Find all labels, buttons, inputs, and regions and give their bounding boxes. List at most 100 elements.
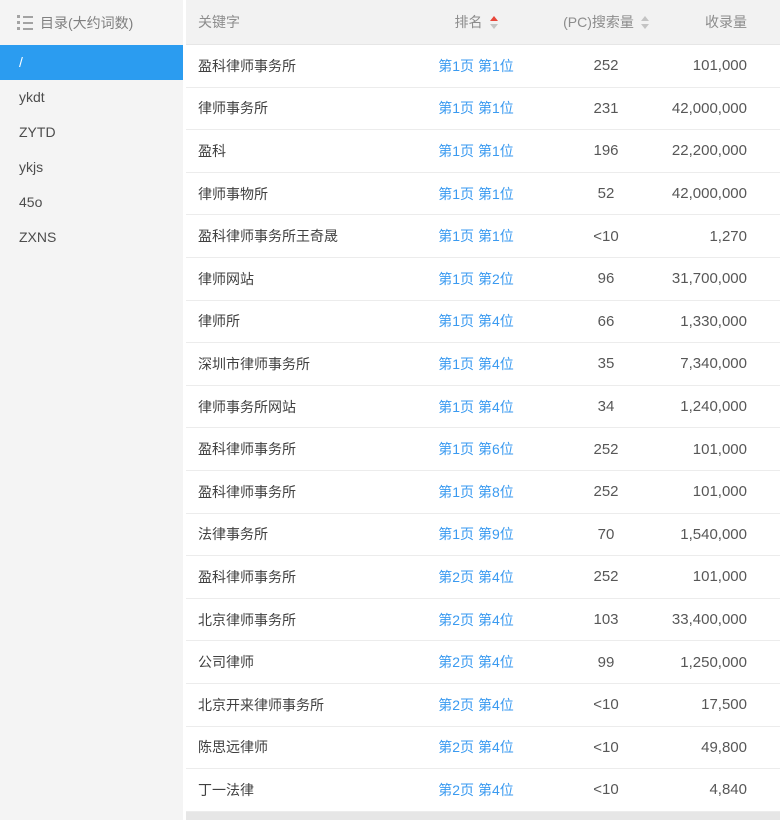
keyword-cell: 陈思远律师 (198, 739, 268, 756)
keyword-cell: 盈科律师事务所王奇晟 (198, 228, 338, 245)
keyword-cell: 法律事务所 (198, 526, 268, 543)
index-volume-cell: 4,840 (709, 781, 747, 799)
index-volume-cell: 22,200,000 (671, 142, 747, 160)
keyword-cell: 盈科律师事务所 (198, 441, 296, 458)
table-row: 盈科律师事务所 第2页 第4位 252 101,000 (186, 556, 780, 599)
index-volume-cell: 42,000,000 (671, 99, 747, 117)
keyword-cell: 北京律师事务所 (198, 611, 296, 628)
sort-up-arrow-icon (489, 15, 498, 21)
rank-cell: 第1页 第4位 (396, 311, 556, 331)
pc-search-volume-cell: 252 (593, 483, 619, 501)
sidebar-item-ykjs[interactable]: ykjs (0, 150, 183, 185)
table-row: 盈科律师事务所 第1页 第1位 252 101,000 (186, 45, 780, 88)
sort-down-arrow-icon (489, 23, 498, 29)
rank-link[interactable]: 第1页 第1位 (438, 58, 513, 74)
rank-cell: 第1页 第1位 (396, 184, 556, 204)
table-row: 公司律师 第2页 第4位 99 1,250,000 (186, 641, 780, 684)
keyword-cell: 盈科 (198, 142, 226, 159)
rank-link[interactable]: 第1页 第4位 (438, 313, 513, 329)
index-volume-cell: 1,330,000 (680, 312, 747, 330)
index-volume-cell: 1,240,000 (680, 398, 747, 416)
index-volume-cell: 101,000 (692, 440, 747, 458)
table-row: 北京开来律师事务所 第2页 第4位 <10 17,500 (186, 683, 780, 727)
rank-cell: 第2页 第4位 (396, 652, 556, 672)
keyword-cell: 盈科律师事务所 (198, 568, 296, 585)
pc-search-volume-cell: 103 (593, 611, 619, 629)
sidebar-item-list: / ykdt ZYTD ykjs 45o ZXNS (0, 45, 183, 255)
rank-cell: 第1页 第8位 (396, 482, 556, 502)
column-header-keyword: 关键字 (186, 12, 396, 32)
keyword-cell: 律师事务所 (198, 100, 268, 117)
sort-icon-pc-search-volume[interactable] (640, 15, 649, 29)
index-volume-cell: 1,270 (709, 227, 747, 245)
table-row: 盈科律师事务所 第1页 第6位 252 101,000 (186, 428, 780, 471)
table-row: 丁一法律 第2页 第4位 <10 4,840 (186, 769, 780, 812)
table-header-row: 关键字 排名 (PC)搜索量 收录量 (186, 0, 780, 45)
keyword-cell: 律师事务所网站 (198, 398, 296, 415)
sort-icon-rank[interactable] (489, 15, 498, 29)
rank-link[interactable]: 第2页 第4位 (438, 612, 513, 628)
rank-cell: 第1页 第1位 (396, 98, 556, 118)
table-row: 盈科律师事务所王奇晟 第1页 第1位 <10 1,270 (186, 215, 780, 258)
rank-link[interactable]: 第2页 第4位 (438, 697, 513, 713)
pc-search-volume-cell: 52 (597, 185, 615, 203)
rank-link[interactable]: 第1页 第6位 (438, 441, 513, 457)
pc-search-volume-cell: 231 (593, 99, 619, 117)
table-row: 深圳市律师事务所 第1页 第4位 35 7,340,000 (186, 343, 780, 386)
rank-cell: 第1页 第1位 (396, 56, 556, 76)
rank-link[interactable]: 第1页 第8位 (438, 484, 513, 500)
table-row: 律师事务所 第1页 第1位 231 42,000,000 (186, 87, 780, 131)
rank-link[interactable]: 第1页 第1位 (438, 186, 513, 202)
index-volume-cell: 101,000 (692, 568, 747, 586)
sidebar-item-root[interactable]: / (0, 45, 183, 80)
rank-cell: 第2页 第4位 (396, 780, 556, 800)
rank-cell: 第2页 第4位 (396, 695, 556, 715)
index-volume-cell: 101,000 (692, 483, 747, 501)
rank-link[interactable]: 第1页 第1位 (438, 100, 513, 116)
keyword-cell: 律师所 (198, 313, 240, 330)
column-header-pc-search-volume[interactable]: (PC)搜索量 (556, 12, 656, 32)
rank-cell: 第2页 第4位 (396, 567, 556, 587)
rank-link[interactable]: 第1页 第4位 (438, 399, 513, 415)
rank-link[interactable]: 第1页 第4位 (438, 356, 513, 372)
directory-sidebar: 目录(大约词数) / ykdt ZYTD ykjs 45o ZXNS (0, 0, 183, 820)
sort-up-arrow-icon (640, 15, 649, 21)
table-row: 北京律师事务所 第2页 第4位 103 33,400,000 (186, 598, 780, 642)
table-row: 律师事物所 第1页 第1位 52 42,000,000 (186, 172, 780, 216)
rank-link[interactable]: 第2页 第4位 (438, 782, 513, 798)
column-header-index-volume: 收录量 (656, 12, 780, 32)
pc-search-volume-cell: 66 (597, 312, 615, 330)
rank-link[interactable]: 第1页 第1位 (438, 143, 513, 159)
pc-search-volume-cell: 252 (593, 440, 619, 458)
rank-link[interactable]: 第1页 第2位 (438, 271, 513, 287)
keyword-cell: 盈科律师事务所 (198, 57, 296, 74)
keyword-cell: 律师事物所 (198, 185, 268, 202)
sidebar-item-ykdt[interactable]: ykdt (0, 80, 183, 115)
sidebar-item-ZXNS[interactable]: ZXNS (0, 220, 183, 255)
column-header-rank[interactable]: 排名 (396, 12, 556, 32)
sidebar-item-45o[interactable]: 45o (0, 185, 183, 220)
keyword-cell: 北京开来律师事务所 (198, 696, 324, 713)
rank-link[interactable]: 第1页 第9位 (438, 526, 513, 542)
rank-link[interactable]: 第2页 第4位 (438, 569, 513, 585)
rank-cell: 第1页 第4位 (396, 354, 556, 374)
rank-link[interactable]: 第2页 第4位 (438, 654, 513, 670)
rank-cell: 第1页 第4位 (396, 397, 556, 417)
rank-cell: 第1页 第9位 (396, 524, 556, 544)
table-row: 法律事务所 第1页 第9位 70 1,540,000 (186, 513, 780, 557)
rank-cell: 第1页 第1位 (396, 141, 556, 161)
rank-cell: 第2页 第4位 (396, 610, 556, 630)
rank-link[interactable]: 第1页 第1位 (438, 228, 513, 244)
keyword-cell: 律师网站 (198, 270, 254, 287)
keyword-cell: 深圳市律师事务所 (198, 355, 310, 372)
pc-search-volume-cell: 34 (597, 398, 615, 416)
table-row: 律师网站 第1页 第2位 96 31,700,000 (186, 257, 780, 301)
pc-search-volume-cell: 96 (597, 270, 615, 288)
rank-link[interactable]: 第2页 第4位 (438, 739, 513, 755)
pc-search-volume-cell: 252 (593, 57, 619, 75)
rank-cell: 第1页 第2位 (396, 269, 556, 289)
table-row: 盈科 第1页 第1位 196 22,200,000 (186, 130, 780, 173)
sidebar-item-ZYTD[interactable]: ZYTD (0, 115, 183, 150)
table-row: 律师事务所网站 第1页 第4位 34 1,240,000 (186, 385, 780, 429)
pc-search-volume-cell: 70 (597, 525, 615, 543)
